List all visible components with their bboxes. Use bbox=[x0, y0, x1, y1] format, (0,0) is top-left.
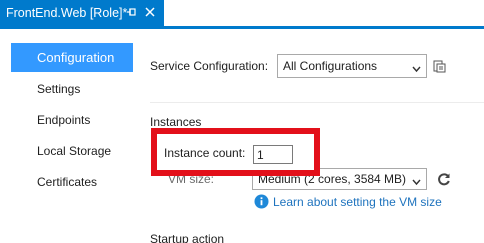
close-icon[interactable] bbox=[143, 4, 157, 20]
sidebar-item-settings[interactable]: Settings bbox=[11, 74, 133, 103]
sidebar-item-label: Certificates bbox=[37, 174, 98, 189]
document-tab-title: FrontEnd.Web [Role]* bbox=[6, 6, 128, 20]
sidebar-item-certificates[interactable]: Certificates bbox=[11, 167, 133, 196]
tab-underline bbox=[0, 26, 484, 29]
sidebar-item-label: Local Storage bbox=[37, 143, 112, 158]
instance-count-input[interactable] bbox=[253, 145, 293, 164]
info-icon bbox=[254, 194, 269, 209]
pin-icon[interactable] bbox=[124, 4, 138, 20]
service-configuration-dropdown[interactable]: All Configurations bbox=[277, 54, 427, 78]
document-tab[interactable]: FrontEnd.Web [Role]* bbox=[0, 0, 164, 26]
document-tab-strip: FrontEnd.Web [Role]* bbox=[0, 0, 484, 26]
sidebar-item-endpoints[interactable]: Endpoints bbox=[11, 105, 133, 134]
service-configuration-label: Service Configuration: bbox=[150, 59, 269, 73]
sidebar-item-configuration[interactable]: Configuration bbox=[11, 43, 133, 72]
instance-count-label: Instance count: bbox=[164, 146, 246, 160]
startup-action-heading: Startup action bbox=[150, 232, 225, 243]
section-divider bbox=[150, 102, 484, 103]
chevron-down-icon bbox=[412, 175, 421, 186]
sidebar-item-label: Configuration bbox=[37, 50, 115, 65]
instances-heading: Instances bbox=[150, 115, 202, 129]
manage-configurations-icon[interactable] bbox=[433, 58, 447, 74]
service-configuration-value: All Configurations bbox=[283, 59, 378, 73]
refresh-icon[interactable] bbox=[436, 171, 452, 187]
sidebar-item-local-storage[interactable]: Local Storage bbox=[11, 136, 133, 165]
chevron-down-icon bbox=[412, 62, 421, 73]
learn-vm-size-link[interactable]: Learn about setting the VM size bbox=[273, 195, 442, 209]
sidebar-item-label: Settings bbox=[37, 81, 81, 96]
sidebar-item-label: Endpoints bbox=[37, 112, 91, 127]
